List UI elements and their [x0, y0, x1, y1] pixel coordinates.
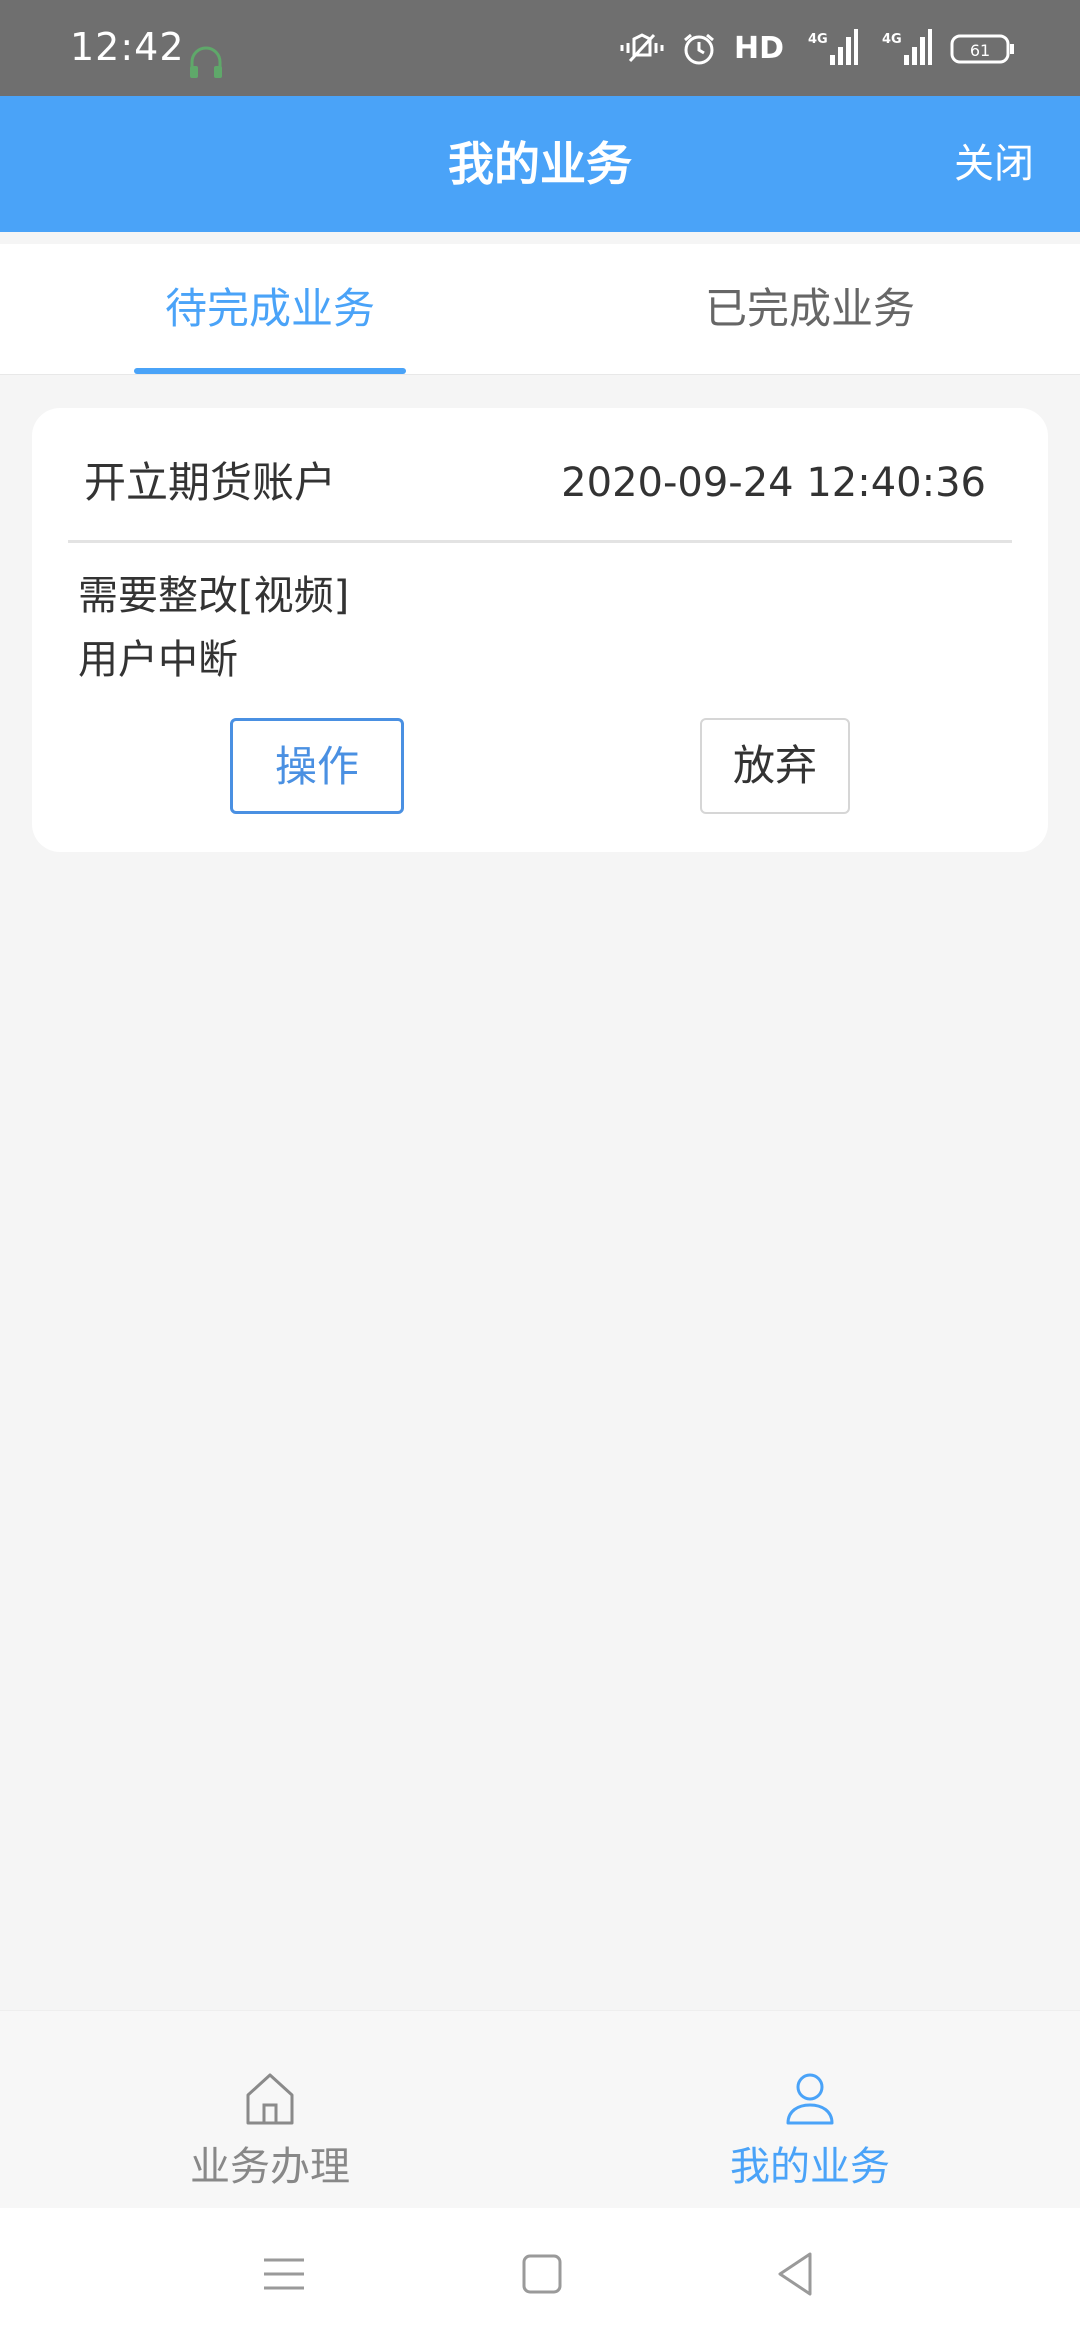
- menu-icon[interactable]: [254, 2246, 314, 2302]
- business-time: 2020-09-24 12:40:36: [561, 460, 986, 506]
- svg-text:4G: 4G: [882, 32, 902, 47]
- user-icon: [786, 2073, 834, 2125]
- nav-label-business: 业务办理: [190, 2144, 350, 2190]
- status-icons: HD 4G 4G 61: [620, 24, 1016, 74]
- signal-icon-2: 4G: [882, 29, 932, 65]
- close-button[interactable]: 关闭: [954, 134, 1034, 194]
- operate-button[interactable]: 操作: [230, 718, 404, 814]
- home-square-icon[interactable]: [512, 2246, 572, 2302]
- status-bar: 12:42 HD 4G 4G 61: [0, 0, 1080, 96]
- alarm-icon: [684, 33, 714, 65]
- hd-label: HD: [733, 31, 784, 66]
- signal-icon: 4G: [808, 29, 858, 65]
- tab-bar: 待完成业务 已完成业务: [0, 244, 1080, 375]
- business-title: 开立期货账户: [84, 458, 337, 507]
- svg-text:61: 61: [970, 41, 990, 60]
- system-nav-bar: [0, 2208, 1080, 2340]
- page-title: 我的业务: [448, 137, 632, 191]
- svg-text:4G: 4G: [808, 32, 828, 47]
- abandon-button[interactable]: 放弃: [700, 718, 850, 814]
- home-icon: [246, 2073, 294, 2125]
- card-divider: [68, 540, 1012, 543]
- app-header: 我的业务 关闭: [0, 96, 1080, 232]
- business-status: 需要整改[视频]: [78, 573, 350, 619]
- nav-label-my-business: 我的业务: [730, 2144, 890, 2190]
- battery-icon: 61: [950, 34, 1014, 64]
- headset-icon: [190, 46, 222, 78]
- business-card: 开立期货账户 2020-09-24 12:40:36 需要整改[视频] 用户中断…: [32, 408, 1048, 852]
- status-time: 12:42: [70, 25, 185, 69]
- vibrate-icon: [620, 33, 664, 63]
- nav-item-my-business[interactable]: 我的业务: [540, 2011, 1080, 2209]
- business-reason: 用户中断: [78, 637, 238, 683]
- nav-item-business[interactable]: 业务办理: [0, 2011, 540, 2209]
- tab-active-indicator: [134, 368, 406, 374]
- tab-pending[interactable]: 待完成业务: [0, 244, 540, 374]
- back-triangle-icon[interactable]: [766, 2246, 826, 2302]
- tab-completed[interactable]: 已完成业务: [540, 244, 1080, 374]
- bottom-nav: 业务办理 我的业务: [0, 2010, 1080, 2209]
